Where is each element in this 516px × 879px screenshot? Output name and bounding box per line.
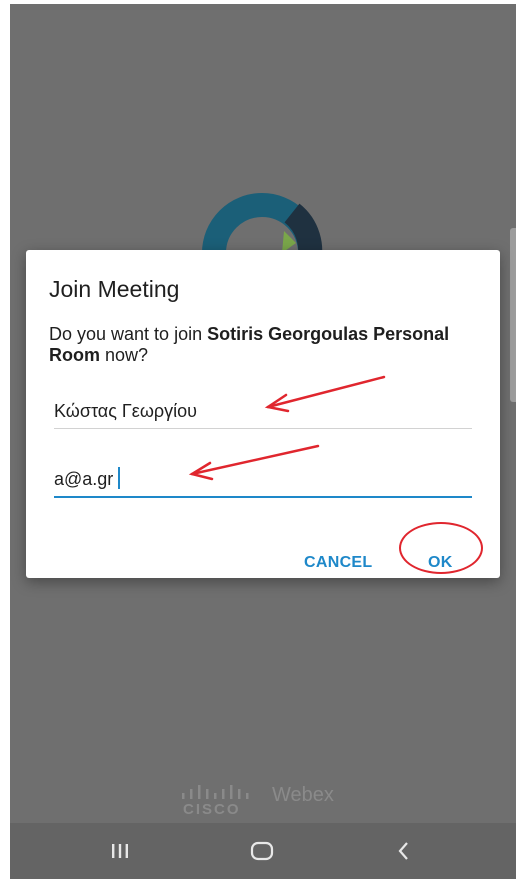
dialog-message: Do you want to join Sotiris Georgoulas P…	[49, 324, 469, 366]
dialog-title: Join Meeting	[49, 276, 180, 302]
recent-apps-icon	[112, 844, 128, 858]
home-button[interactable]	[232, 823, 292, 879]
app-screen: Join Meeting Do you want to join Sotiris…	[10, 4, 516, 879]
home-icon	[250, 841, 274, 861]
android-nav-bar	[10, 823, 516, 879]
email-value-wrap: a@a.gr	[54, 467, 121, 490]
cisco-webex-branding: CISCO Webex	[180, 784, 360, 824]
text-caret	[118, 467, 121, 489]
display-name-value: Κώστας Γεωργίου	[54, 401, 197, 421]
back-button[interactable]	[374, 823, 434, 879]
cisco-wordmark: CISCO	[183, 801, 241, 818]
recent-apps-button[interactable]	[90, 823, 150, 879]
email-field[interactable]: a@a.gr	[54, 466, 472, 498]
edge-panel-handle[interactable]	[510, 228, 516, 402]
webex-wordmark: Webex	[272, 784, 334, 806]
email-value: a@a.gr	[54, 469, 114, 489]
message-prefix: Do you want to join	[49, 324, 208, 344]
ok-highlight-circle	[399, 522, 483, 574]
display-name-field[interactable]: Κώστας Γεωργίου	[54, 398, 472, 429]
join-meeting-dialog: Join Meeting Do you want to join Sotiris…	[26, 250, 500, 578]
message-suffix: now?	[100, 345, 149, 365]
cancel-button[interactable]: CANCEL	[304, 554, 372, 572]
back-icon	[398, 842, 408, 860]
